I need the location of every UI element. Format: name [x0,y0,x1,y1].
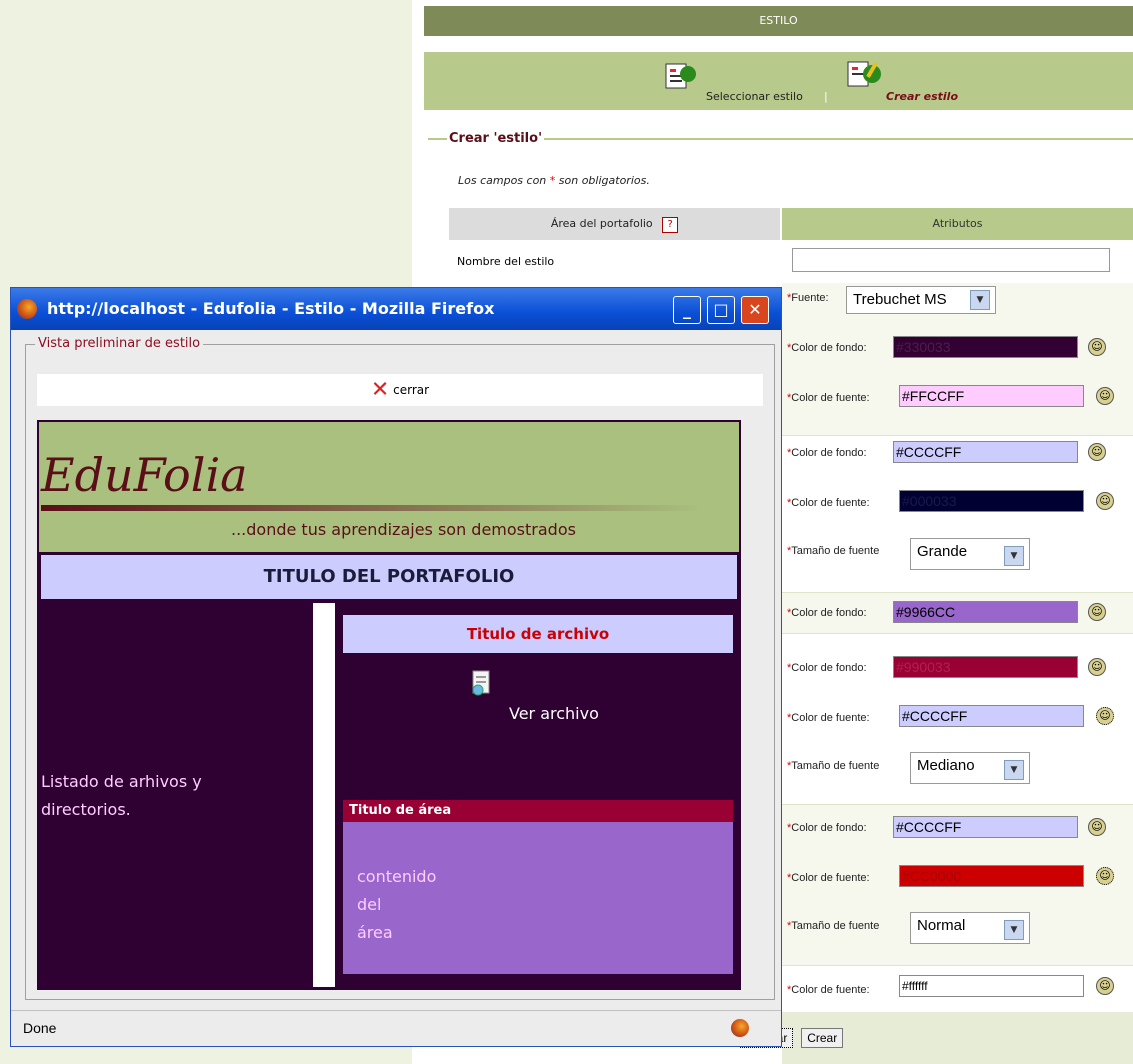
font-color-input[interactable]: #000033 [899,490,1084,512]
maximize-icon[interactable]: □ [707,296,735,324]
font-size-label: *Tamaño de fuente [787,920,880,932]
chevron-down-icon[interactable]: ▼ [1004,920,1024,940]
bg-color-input[interactable]: #9966CC [893,601,1078,623]
required-note: Los campos con * son obligatorios. [458,174,650,187]
firefox-icon [17,299,37,319]
preview-window: http://localhost - Edufolia - Estilo - M… [10,287,782,1047]
style-name-input[interactable] [792,248,1110,272]
banner-rule [41,505,701,511]
palette-icon[interactable]: ☺ [1088,818,1106,836]
chevron-down-icon[interactable]: ▼ [1004,760,1024,780]
font-color-label: *Color de fuente: [787,712,870,724]
font-color-label: *Color de fuente: [787,984,870,996]
font-color-input[interactable]: #FFCCFF [899,385,1084,407]
status-bar: Done [11,1010,781,1046]
file-title: Titulo de archivo [343,615,733,653]
font-color-label: *Color de fuente: [787,872,870,884]
style-name-label: Nombre del estilo [449,243,780,281]
column-separator [313,603,335,987]
palette-icon[interactable]: ☺ [1088,658,1106,676]
create-style-icon[interactable] [844,58,881,88]
font-color-label: *Color de fuente: [787,392,870,404]
create-button[interactable]: Crear [801,1028,844,1048]
column-header-attributes: Atributos [782,208,1133,240]
font-color-input[interactable]: #ffffff [899,975,1084,997]
font-color-input[interactable]: #CC0000 [899,865,1084,887]
file-listing-text: Listado de arhivos y directorios. [41,772,202,819]
palette-icon[interactable]: ☺ [1088,603,1106,621]
portfolio-title: TITULO DEL PORTAFOLIO [41,555,737,599]
close-window-icon[interactable]: ✕ [741,296,769,324]
status-text: Done [23,1020,57,1036]
window-title: http://localhost - Edufolia - Estilo - M… [47,299,495,318]
select-style-icon[interactable] [662,60,698,90]
bg-color-input[interactable]: #CCCCFF [893,816,1078,838]
palette-icon[interactable]: ☺ [1096,977,1114,995]
bg-color-input[interactable]: #990033 [893,656,1078,678]
palette-icon[interactable]: ☺ [1096,867,1114,885]
nav-separator: | [824,90,828,103]
chevron-down-icon[interactable]: ▼ [1004,546,1024,566]
palette-icon[interactable]: ☺ [1096,492,1114,510]
column-header-area: Área del portafolio ? [449,208,780,240]
help-icon[interactable]: ? [662,217,679,233]
edufolia-logo: EduFolia [41,448,248,502]
close-link[interactable]: cerrar [393,383,429,397]
minimize-icon[interactable]: _ [673,296,701,324]
bg-color-label: *Color de fondo: [787,822,867,834]
font-color-label: *Color de fuente: [787,497,870,509]
palette-icon[interactable]: ☺ [1096,707,1114,725]
page-header: ESTILO [424,6,1133,36]
bg-color-input[interactable]: #330033 [893,336,1078,358]
window-titlebar[interactable]: http://localhost - Edufolia - Estilo - M… [11,288,781,330]
area-content-text: contenido del área [357,867,437,942]
close-icon[interactable]: ✕ [371,378,389,403]
palette-icon[interactable]: ☺ [1088,338,1106,356]
bg-color-label: *Color de fondo: [787,447,867,459]
area-title: Titulo de área [343,800,733,822]
font-label: *Fuente: [787,292,829,304]
font-size-label: *Tamaño de fuente [787,545,880,557]
view-file-link[interactable]: Ver archivo [509,704,599,723]
firefox-status-icon [731,1019,749,1037]
style-nav: Seleccionar estilo | Crear estilo [424,52,1133,110]
edufolia-tagline: ...donde tus aprendizajes son demostrado… [231,520,576,539]
form-legend: Crear 'estilo' [447,131,545,146]
create-style-link[interactable]: Crear estilo [886,90,958,103]
chevron-down-icon[interactable]: ▼ [970,290,990,310]
close-bar: ✕ cerrar [37,374,763,406]
bg-color-label: *Color de fondo: [787,342,867,354]
bg-color-input[interactable]: #CCCCFF [893,441,1078,463]
view-file-icon[interactable] [469,670,495,698]
font-size-label: *Tamaño de fuente [787,760,880,772]
select-style-link[interactable]: Seleccionar estilo [706,90,803,103]
palette-icon[interactable]: ☺ [1096,387,1114,405]
bg-color-label: *Color de fondo: [787,607,867,619]
palette-icon[interactable]: ☺ [1088,443,1106,461]
preview-legend: Vista preliminar de estilo [35,336,204,351]
font-color-input[interactable]: #CCCCFF [899,705,1084,727]
bg-color-label: *Color de fondo: [787,662,867,674]
